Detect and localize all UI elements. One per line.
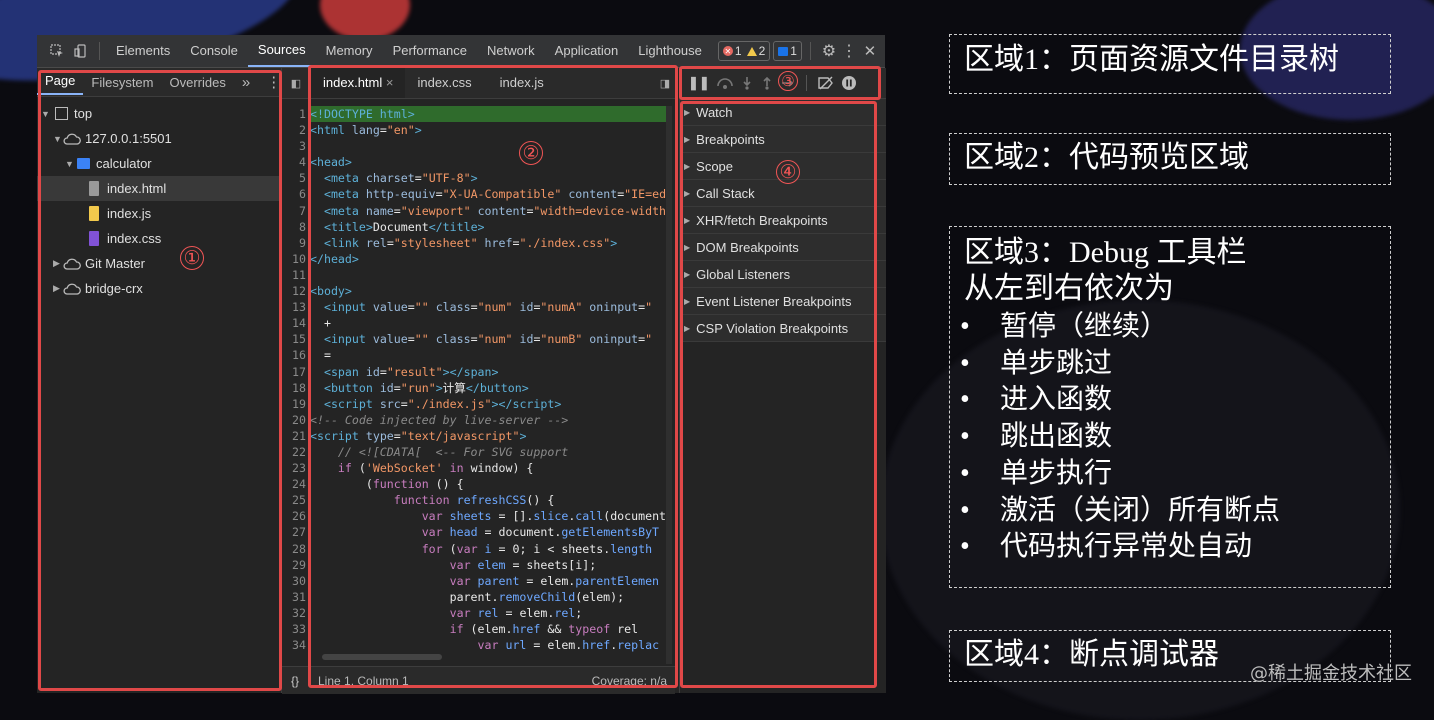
line-number[interactable]: 15 [282, 331, 306, 347]
area3-marker: ③ [778, 71, 798, 91]
note-area1: 区域1：页面资源文件目录树 [949, 34, 1391, 94]
line-number[interactable]: 16 [282, 347, 306, 363]
tab-application[interactable]: Application [545, 35, 629, 67]
line-number[interactable]: 19 [282, 396, 306, 412]
gear-icon[interactable]: ⚙ [819, 41, 839, 61]
device-toolbar-icon[interactable] [69, 44, 93, 58]
list-item: 单步跳过 [950, 346, 1390, 383]
note-area2-text: 区域2：代码预览区域 [964, 141, 1249, 174]
note-area1-text: 区域1：页面资源文件目录树 [964, 43, 1339, 76]
line-number[interactable]: 29 [282, 557, 306, 573]
tab-lighthouse[interactable]: Lighthouse [628, 35, 712, 67]
line-number[interactable]: 12 [282, 283, 306, 299]
error-icon: ✕ [722, 46, 733, 56]
line-number[interactable]: 20 [282, 412, 306, 428]
message-icon [778, 46, 789, 56]
tab-network[interactable]: Network [477, 35, 545, 67]
line-number[interactable]: 6 [282, 186, 306, 202]
line-number[interactable]: 31 [282, 589, 306, 605]
warning-count: 2 [758, 44, 766, 58]
line-number[interactable]: 32 [282, 605, 306, 621]
line-number[interactable]: 21 [282, 428, 306, 444]
close-icon[interactable]: ✕ [859, 42, 881, 60]
line-number[interactable]: 1 [282, 106, 306, 122]
line-number[interactable]: 10 [282, 251, 306, 267]
message-count: 1 [790, 44, 797, 58]
background-shape [320, 0, 410, 40]
note-area2: 区域2：代码预览区域 [949, 133, 1391, 185]
list-item: 进入函数 [950, 382, 1390, 419]
line-numbers: 1 2 3 4 5 6 7 8 9 10 11 12 13 14 15 16 17 18 19 20 21 22 23 24 2… [282, 106, 306, 653]
line-number[interactable]: 27 [282, 524, 306, 540]
tab-elements[interactable]: Elements [106, 35, 180, 67]
tab-sources[interactable]: Sources [247, 35, 316, 67]
line-number[interactable]: 2 [282, 122, 306, 138]
devtools-toolbar: Elements Console Sources Memory Performa… [37, 35, 885, 68]
area1-highlight [38, 70, 282, 691]
note-area3-subtitle: 从左到右依次为 [964, 272, 1174, 305]
line-number[interactable]: 17 [282, 364, 306, 380]
error-count: 1 [734, 44, 742, 58]
line-number[interactable]: 22 [282, 444, 306, 460]
area2-highlight [308, 65, 678, 688]
tab-memory[interactable]: Memory [316, 35, 383, 67]
list-item: 跳出函数 [950, 419, 1390, 456]
line-number[interactable]: 18 [282, 380, 306, 396]
line-number[interactable]: 14 [282, 315, 306, 331]
inspect-element-icon[interactable] [45, 44, 69, 58]
area2-marker: ② [519, 141, 543, 165]
line-number[interactable]: 33 [282, 621, 306, 637]
warning-icon [746, 46, 757, 56]
more-options-icon[interactable]: ⋮ [839, 41, 859, 61]
toggle-navigator-icon[interactable]: ◧ [282, 68, 311, 98]
line-number[interactable]: 25 [282, 492, 306, 508]
line-number[interactable]: 30 [282, 573, 306, 589]
line-number[interactable]: 11 [282, 267, 306, 283]
line-number[interactable]: 8 [282, 219, 306, 235]
note-area3: 区域3：Debug 工具栏 从左到右依次为 暂停（继续） 单步跳过 进入函数 跳… [949, 226, 1391, 588]
line-number[interactable]: 4 [282, 154, 306, 170]
tab-console[interactable]: Console [180, 35, 248, 67]
list-item: 暂停（继续） [950, 309, 1390, 346]
line-number[interactable]: 26 [282, 508, 306, 524]
line-number[interactable]: 9 [282, 235, 306, 251]
line-number[interactable]: 7 [282, 203, 306, 219]
tab-performance[interactable]: Performance [383, 35, 477, 67]
note-area3-list: 暂停（继续） 单步跳过 进入函数 跳出函数 单步执行 激活（关闭）所有断点 代码… [950, 309, 1390, 566]
note-area3-title: 区域3：Debug 工具栏 [964, 236, 1247, 269]
pretty-print-icon[interactable]: {} [282, 674, 308, 688]
area1-marker: ① [180, 246, 204, 270]
area4-marker: ④ [776, 160, 800, 184]
list-item: 代码执行异常处自动 [950, 529, 1390, 566]
line-number[interactable]: 13 [282, 299, 306, 315]
line-number[interactable]: 28 [282, 541, 306, 557]
line-number[interactable]: 23 [282, 460, 306, 476]
watermark: @稀土掘金技术社区 [1250, 663, 1412, 684]
issues-badge[interactable]: ✕ 1 2 [717, 41, 771, 61]
list-item: 单步执行 [950, 456, 1390, 493]
list-item: 激活（关闭）所有断点 [950, 493, 1390, 530]
line-number[interactable]: 24 [282, 476, 306, 492]
line-number[interactable]: 3 [282, 138, 306, 154]
line-number[interactable]: 34 [282, 637, 306, 653]
messages-badge[interactable]: 1 [773, 41, 802, 61]
area4-highlight [680, 101, 877, 688]
line-number[interactable]: 5 [282, 170, 306, 186]
